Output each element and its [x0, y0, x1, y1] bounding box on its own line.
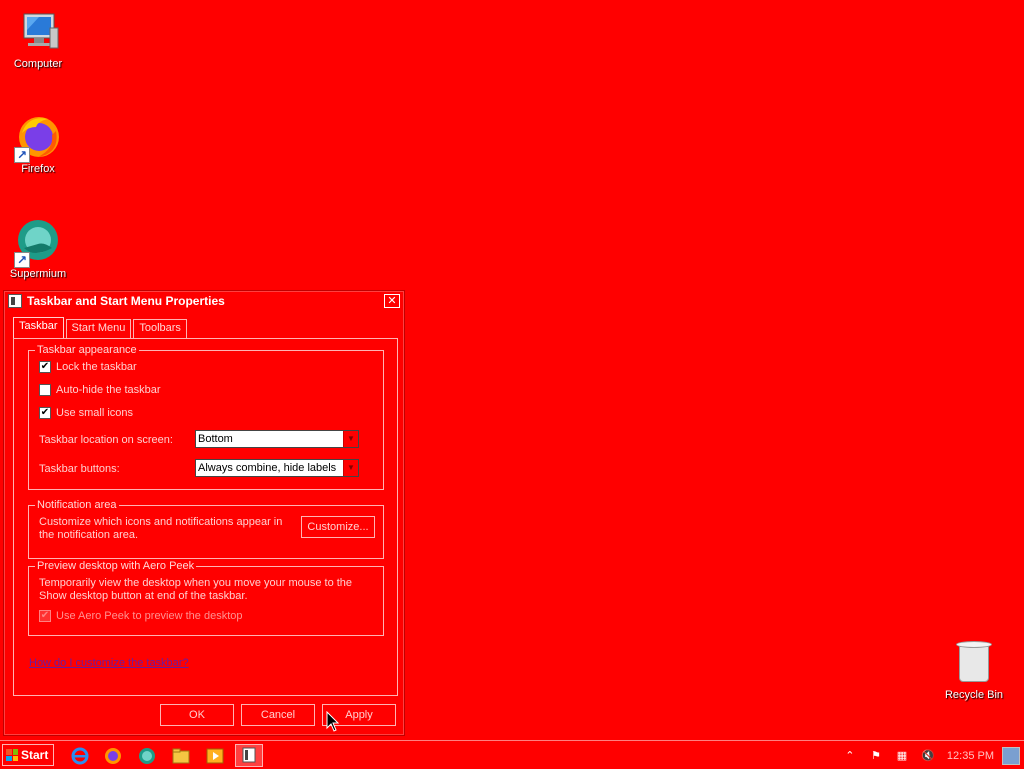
network-icon[interactable]: ▦	[894, 748, 910, 764]
location-label: Taskbar location on screen:	[39, 434, 173, 446]
dialog-title: Taskbar and Start Menu Properties	[27, 294, 225, 308]
taskbar-properties-dialog: Taskbar and Start Menu Properties ✕ Task…	[3, 290, 405, 736]
desktop-icon-label: Computer	[13, 58, 63, 70]
buttons-label: Taskbar buttons:	[39, 463, 120, 475]
desktop-icon-firefox[interactable]: ↗ Firefox	[0, 113, 76, 175]
group-legend: Taskbar appearance	[37, 344, 137, 356]
shortcut-arrow-icon: ↗	[14, 147, 30, 163]
supermium-icon[interactable]	[137, 746, 157, 766]
taskbar-buttons-select[interactable]: Always combine, hide labels ▼	[195, 459, 359, 477]
desktop-icon-recycle-bin[interactable]: Recycle Bin	[936, 638, 1012, 701]
chevron-up-icon[interactable]: ⌃	[842, 748, 858, 764]
checkbox-small-icons[interactable]: ✔	[39, 407, 51, 419]
location-select[interactable]: Bottom ▼	[195, 430, 359, 448]
checkbox-label: Use Aero Peek to preview the desktop	[56, 610, 243, 622]
group-legend: Notification area	[37, 499, 117, 511]
desktop-icon-label: Firefox	[21, 163, 55, 175]
checkbox-aero-peek: ✔	[39, 610, 51, 622]
start-label: Start	[21, 748, 49, 762]
tab-strip: Taskbar Start Menu Toolbars	[13, 317, 189, 338]
desktop-icon-supermium[interactable]: ↗ Supermium	[0, 218, 76, 280]
mouse-cursor-icon	[326, 711, 340, 732]
tab-panel-taskbar: Taskbar appearance ✔ Lock the taskbar Au…	[13, 338, 398, 696]
small-icons-checkbox[interactable]: ✔ Use small icons	[39, 407, 133, 419]
file-explorer-icon[interactable]	[171, 746, 191, 766]
checkbox-autohide[interactable]	[39, 384, 51, 396]
supermium-icon: ↗	[14, 218, 62, 268]
desktop-icon-label: Recycle Bin	[944, 689, 1004, 701]
start-button[interactable]: Start	[2, 744, 54, 766]
taskbar-properties-icon	[8, 294, 22, 308]
checkbox-label: Lock the taskbar	[56, 361, 137, 373]
aero-peek-checkbox: ✔ Use Aero Peek to preview the desktop	[39, 610, 243, 622]
taskbar: Start ⌃ ⚑ ▦ 🔇 12:35 PM	[0, 740, 1024, 768]
select-value: Bottom	[198, 433, 233, 445]
tab-start-menu[interactable]: Start Menu	[65, 319, 132, 338]
checkbox-label: Use small icons	[56, 407, 134, 419]
media-player-icon[interactable]	[205, 746, 225, 766]
internet-explorer-icon[interactable]	[70, 746, 90, 766]
chevron-down-icon[interactable]: ▼	[343, 460, 358, 476]
ok-button[interactable]: OK	[160, 704, 234, 726]
select-value: Always combine, hide labels	[198, 462, 337, 474]
windows-logo-icon	[6, 749, 18, 761]
clock[interactable]: 12:35 PM	[947, 750, 994, 762]
tab-toolbars[interactable]: Toolbars	[133, 319, 187, 338]
firefox-icon[interactable]	[103, 746, 123, 766]
notification-description: Customize which icons and notifications …	[39, 516, 283, 541]
action-center-flag-icon[interactable]: ⚑	[868, 748, 884, 764]
autohide-taskbar-checkbox[interactable]: Auto-hide the taskbar	[39, 384, 161, 396]
lock-taskbar-checkbox[interactable]: ✔ Lock the taskbar	[39, 361, 137, 373]
dialog-titlebar[interactable]: Taskbar and Start Menu Properties ✕	[4, 291, 404, 311]
shortcut-arrow-icon: ↗	[14, 252, 30, 268]
help-link[interactable]: How do I customize the taskbar?	[29, 657, 189, 669]
recycle-bin-icon	[954, 638, 994, 684]
checkbox-label: Auto-hide the taskbar	[56, 384, 161, 396]
show-desktop-button[interactable]	[1002, 747, 1020, 765]
chevron-down-icon[interactable]: ▼	[343, 431, 358, 447]
desktop-icon-computer[interactable]: Computer	[0, 8, 76, 70]
computer-icon	[14, 8, 62, 56]
volume-muted-icon[interactable]: 🔇	[920, 748, 936, 764]
firefox-icon: ↗	[14, 113, 62, 163]
desktop-icon-label: Supermium	[9, 268, 67, 280]
checkbox-lock-taskbar[interactable]: ✔	[39, 361, 51, 373]
taskbar-properties-icon[interactable]	[235, 744, 263, 767]
system-tray: ⌃ ⚑ ▦ 🔇 12:35 PM	[837, 745, 1024, 767]
close-button[interactable]: ✕	[384, 294, 400, 308]
aero-peek-description: Temporarily view the desktop when you mo…	[39, 577, 353, 602]
tab-taskbar[interactable]: Taskbar	[13, 317, 64, 338]
cancel-button[interactable]: Cancel	[241, 704, 315, 726]
group-legend: Preview desktop with Aero Peek	[37, 560, 195, 572]
customize-button[interactable]: Customize...	[301, 516, 375, 538]
